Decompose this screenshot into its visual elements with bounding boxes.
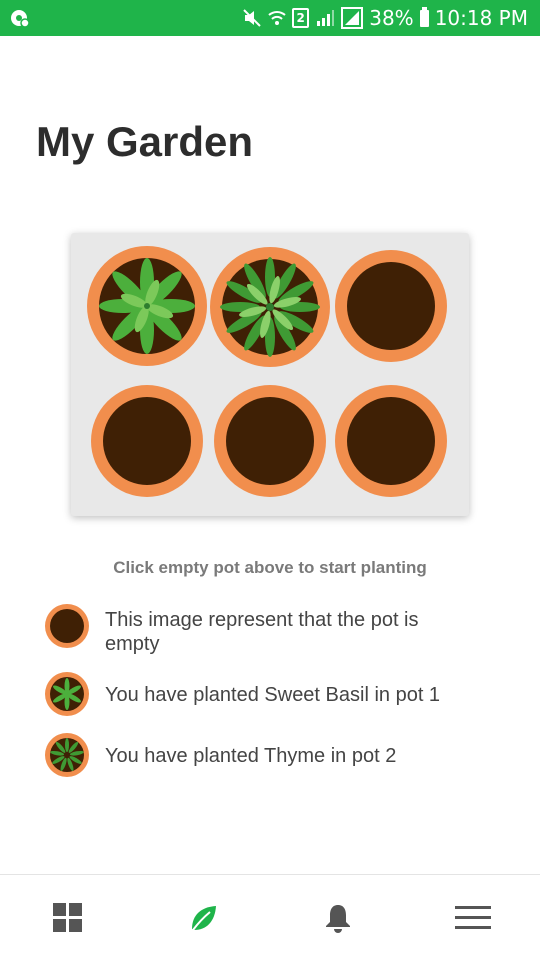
- planting-hint: Click empty pot above to start planting: [113, 558, 427, 577]
- thyme-plant-icon: [220, 257, 320, 357]
- pot-5[interactable]: [214, 385, 326, 497]
- nav-menu[interactable]: [405, 875, 540, 961]
- legend-text: You have planted Sweet Basil in pot 1: [105, 684, 441, 706]
- empty-pot-icon: [45, 604, 89, 648]
- battery-icon: [419, 6, 429, 27]
- status-bar: 2 38% 10:18 PM: [0, 0, 540, 36]
- leaf-icon: [191, 906, 216, 931]
- pot-1[interactable]: [87, 246, 207, 366]
- legend-text: This image represent that the pot is emp…: [105, 609, 419, 655]
- basil-pot-icon: [45, 672, 89, 716]
- nav-garden[interactable]: [135, 875, 270, 961]
- pot-4[interactable]: [91, 385, 203, 497]
- signal-box-icon: [341, 7, 364, 29]
- sim-badge: 2: [292, 8, 310, 28]
- menu-icon: [454, 906, 491, 929]
- legend-item-basil: You have planted Sweet Basil in pot 1: [45, 672, 475, 716]
- basil-plant-icon: [99, 258, 195, 354]
- legend-item-empty: This image represent that the pot is emp…: [45, 604, 475, 656]
- grid-icon: [52, 903, 82, 932]
- nav-dashboard[interactable]: [0, 875, 135, 961]
- signal-icon: [315, 9, 335, 27]
- pot-3[interactable]: [335, 250, 447, 362]
- nav-notifications[interactable]: [270, 875, 405, 961]
- bell-icon: [325, 905, 350, 933]
- wifi-icon: [268, 8, 286, 28]
- mute-icon: [242, 8, 262, 28]
- bottom-nav: [0, 874, 540, 961]
- thyme-pot-icon: [45, 733, 89, 777]
- clock: 10:18 PM: [434, 6, 528, 30]
- pot-2[interactable]: [210, 247, 330, 367]
- legend-text: You have planted Thyme in pot 2: [105, 745, 397, 767]
- legend-item-thyme: You have planted Thyme in pot 2: [45, 733, 475, 777]
- pot-6[interactable]: [335, 385, 447, 497]
- battery-percent: 38%: [369, 6, 414, 30]
- page-title: My Garden: [36, 118, 254, 165]
- notification-icon: [10, 8, 30, 28]
- garden-planter: [71, 233, 469, 516]
